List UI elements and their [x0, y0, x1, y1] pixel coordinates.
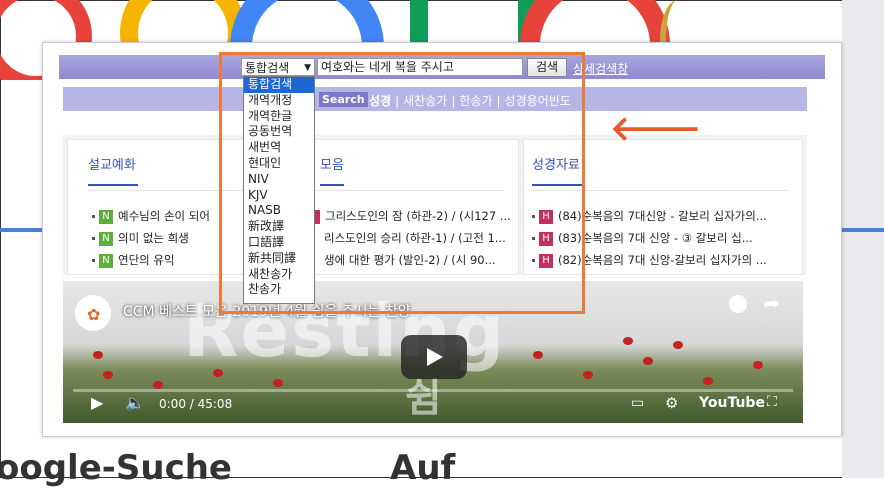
highlight-box: [219, 52, 585, 314]
bullet-icon: [92, 215, 95, 218]
background-right-strip: [842, 0, 884, 478]
background-suche-text: oogle-Suche: [0, 448, 232, 488]
video-progress-bar[interactable]: [73, 389, 793, 392]
list-item[interactable]: N 예수님의 손이 되어: [92, 208, 210, 224]
video-time: 0:00 / 45:08: [159, 397, 233, 411]
list-item-text: 예수님의 손이 되어: [118, 209, 210, 223]
fullscreen-icon[interactable]: ⛶: [767, 394, 777, 410]
list-item-text: (83)순복음의 7대 신앙 - ③ 갈보리 십...: [558, 231, 753, 245]
list-item[interactable]: N 의미 없는 희생: [92, 230, 189, 246]
panel-title-underline: [88, 184, 138, 186]
play-icon[interactable]: ▶: [91, 393, 103, 412]
panel-title[interactable]: 설교예화: [88, 154, 136, 173]
list-item[interactable]: N 연단의 유익: [92, 252, 175, 268]
list-item-text: 연단의 유익: [118, 253, 175, 267]
youtube-logo[interactable]: YouTube: [699, 395, 765, 411]
list-item-text: (84)순복음의 7대신앙 - 갈보리 십자가의...: [558, 209, 767, 223]
bullet-icon: [92, 259, 95, 262]
volume-icon[interactable]: 🔈: [125, 393, 145, 412]
channel-logo[interactable]: ✿: [75, 295, 111, 331]
play-button-large[interactable]: [401, 335, 467, 379]
background-auf-text: Auf: [390, 448, 456, 488]
new-badge: N: [99, 209, 113, 224]
bullet-icon: [92, 237, 95, 240]
list-item-text: (82)순복음의 7대 신앙-갈보리 십자가의 ...: [558, 253, 767, 267]
background-bottom-text: oogle-Suche Auf: [0, 438, 884, 488]
background-blue-line: [0, 228, 44, 232]
settings-gear-icon[interactable]: ⚙: [665, 394, 678, 412]
share-icon[interactable]: ➦: [763, 291, 780, 315]
new-badge: N: [99, 253, 113, 268]
watch-later-icon[interactable]: [729, 295, 747, 313]
channel-logo-icon: ✿: [87, 305, 101, 324]
list-item-text: 의미 없는 희생: [118, 231, 189, 245]
subtitles-icon[interactable]: ▭: [631, 395, 644, 411]
new-badge: N: [99, 231, 113, 246]
left-arrow-icon: 🡐: [610, 109, 702, 149]
background-blue-line-right: [842, 228, 884, 232]
